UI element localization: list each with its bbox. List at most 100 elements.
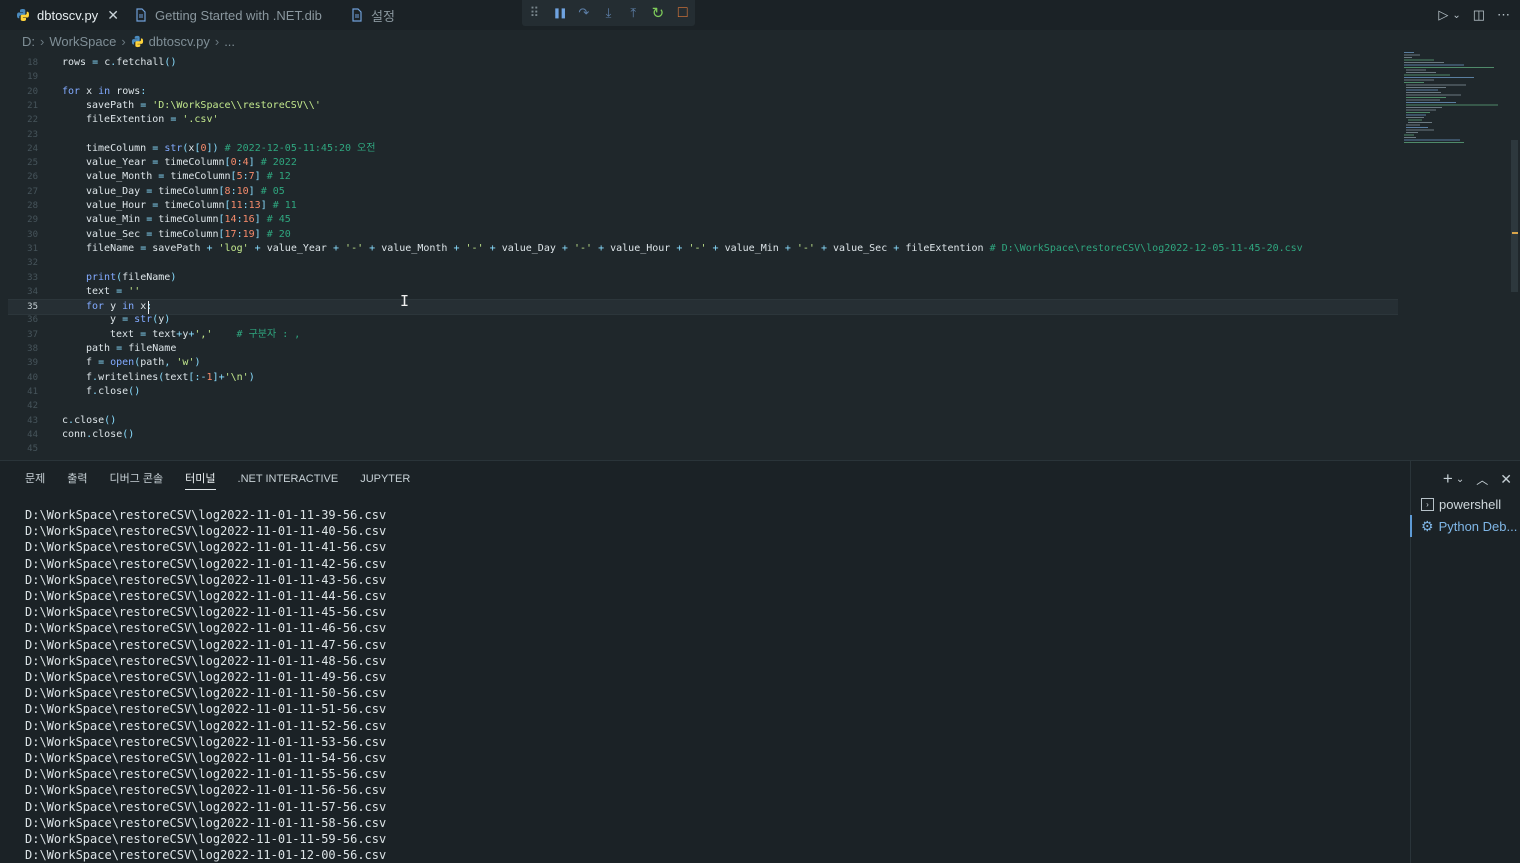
code-line[interactable]: 33 print(fileName) <box>8 271 1398 285</box>
breadcrumb-more[interactable]: ... <box>224 34 235 49</box>
code-line[interactable]: 44 conn.close() <box>8 428 1398 442</box>
tab-dbtoscv[interactable]: dbtoscv.py ✕ <box>16 0 119 30</box>
breadcrumb-drive[interactable]: D: <box>22 34 35 49</box>
code-line[interactable]: 18 rows = c.fetchall() <box>8 56 1398 70</box>
line-number[interactable]: 21 <box>8 99 38 113</box>
line-number[interactable]: 33 <box>8 271 38 285</box>
line-number[interactable]: 18 <box>8 56 38 70</box>
code-line[interactable]: 24 timeColumn = str(x[0]) # 2022-12-05-11… <box>8 142 1398 156</box>
minimap-line <box>1406 94 1461 96</box>
panel-tab[interactable]: 출력 <box>67 471 87 489</box>
line-number[interactable]: 28 <box>8 199 38 213</box>
restart-icon[interactable]: ↻ <box>646 0 671 26</box>
code-line[interactable]: 31 fileName = savePath + 'log' + value_Ye… <box>8 242 1398 256</box>
code-line[interactable]: 26 value_Month = timeColumn[5:7] # 12 <box>8 170 1398 184</box>
chevron-down-icon[interactable]: ⌄ <box>1452 10 1460 21</box>
terminal-line: D:\WorkSpace\restoreCSV\log2022-11-01-11… <box>25 589 387 604</box>
line-number[interactable]: 20 <box>8 85 38 99</box>
terminal-item-python-debug[interactable]: ⚙ Python Deb... <box>1421 518 1517 535</box>
code-line[interactable]: 40 f.writelines(text[:-1]+'\n') <box>8 371 1398 385</box>
code-line[interactable]: 39 f = open(path, 'w') <box>8 356 1398 370</box>
step-over-icon[interactable]: ↷ <box>571 0 596 26</box>
code-line[interactable]: 32 <box>8 256 1398 270</box>
more-actions-icon[interactable]: ⋯ <box>1497 7 1510 23</box>
code-line[interactable]: 27 value_Day = timeColumn[8:10] # 05 <box>8 185 1398 199</box>
tab-settings[interactable]: 설정 <box>350 0 395 30</box>
code-line[interactable]: 45 <box>8 442 1398 456</box>
line-number[interactable]: 23 <box>8 128 38 142</box>
code-line[interactable]: 36 y = str(y) <box>8 313 1398 327</box>
step-into-icon[interactable]: ⤓ <box>596 0 621 26</box>
terminal-line: D:\WorkSpace\restoreCSV\log2022-11-01-12… <box>25 848 387 863</box>
minimap[interactable] <box>1402 50 1512 150</box>
line-number[interactable]: 38 <box>8 342 38 356</box>
code-text: savePath = 'D:\WorkSpace\\restoreCSV\\' <box>86 99 321 111</box>
code-line[interactable]: 21 savePath = 'D:\WorkSpace\\restoreCSV\\… <box>8 99 1398 113</box>
breadcrumb-file[interactable]: dbtoscv.py <box>149 34 210 49</box>
run-icon[interactable]: ▷ <box>1438 7 1448 23</box>
code-comment: # 05 <box>260 185 285 197</box>
line-number[interactable]: 36 <box>8 313 38 327</box>
tab-getting-started[interactable]: Getting Started with .NET.dib <box>134 0 322 30</box>
line-number[interactable]: 34 <box>8 285 38 299</box>
split-editor-icon[interactable]: ◫ <box>1473 7 1485 23</box>
code-line[interactable]: 30 value_Sec = timeColumn[17:19] # 20 <box>8 228 1398 242</box>
panel-tab[interactable]: 문제 <box>25 471 45 489</box>
code-comment: # 구분자 : , <box>236 328 301 340</box>
line-number[interactable]: 43 <box>8 414 38 428</box>
panel-tab[interactable]: 디버그 콘솔 <box>110 471 164 489</box>
line-number[interactable]: 32 <box>8 256 38 270</box>
code-comment: # 2022-12-05-11:45:20 오전 <box>224 142 376 154</box>
line-number[interactable]: 22 <box>8 113 38 127</box>
line-number[interactable]: 29 <box>8 213 38 227</box>
panel-tab[interactable]: 터미널 <box>185 471 216 490</box>
minimap-line <box>1406 92 1441 93</box>
minimap-line <box>1404 59 1434 61</box>
code-line[interactable]: 43 c.close() <box>8 414 1398 428</box>
terminal-line: D:\WorkSpace\restoreCSV\log2022-11-01-11… <box>25 670 387 685</box>
panel-tab[interactable]: .NET INTERACTIVE <box>238 471 339 489</box>
code-line[interactable]: 22 fileExtention = '.csv' <box>8 113 1398 127</box>
minimap-line <box>1408 119 1422 121</box>
line-number[interactable]: 27 <box>8 185 38 199</box>
drag-handle-icon[interactable]: ⠿ <box>522 0 547 26</box>
code-line[interactable]: 29 value_Min = timeColumn[14:16] # 45 <box>8 213 1398 227</box>
line-number[interactable]: 19 <box>8 70 38 84</box>
terminal-line: D:\WorkSpace\restoreCSV\log2022-11-01-11… <box>25 605 387 620</box>
line-number[interactable]: 26 <box>8 170 38 184</box>
panel-tab[interactable]: JUPYTER <box>360 471 410 489</box>
line-number[interactable]: 41 <box>8 385 38 399</box>
line-number[interactable]: 30 <box>8 228 38 242</box>
line-number[interactable]: 24 <box>8 142 38 156</box>
line-number[interactable]: 35 <box>8 300 38 314</box>
code-line[interactable]: 42 <box>8 399 1398 413</box>
line-number[interactable]: 44 <box>8 428 38 442</box>
pause-icon[interactable]: ❚❚ <box>547 0 572 26</box>
line-number[interactable]: 40 <box>8 371 38 385</box>
terminal-output[interactable]: D:\WorkSpace\restoreCSV\log2022-11-01-11… <box>25 507 386 863</box>
line-number[interactable]: 37 <box>8 328 38 342</box>
line-number[interactable]: 42 <box>8 399 38 413</box>
code-line[interactable]: 28 value_Hour = timeColumn[11:13] # 11 <box>8 199 1398 213</box>
line-number[interactable]: 31 <box>8 242 38 256</box>
code-line[interactable]: 38 path = fileName <box>8 342 1398 356</box>
close-icon[interactable]: ✕ <box>107 7 119 24</box>
line-number[interactable]: 45 <box>8 442 38 456</box>
line-number[interactable]: 25 <box>8 156 38 170</box>
code-editor[interactable]: 18 rows = c.fetchall() 19 20 for x in rows: 2… <box>8 54 1518 458</box>
code-line[interactable]: 25 value_Year = timeColumn[0:4] # 2022 <box>8 156 1398 170</box>
breadcrumb-folder[interactable]: WorkSpace <box>49 34 116 49</box>
code-line[interactable]: 19 <box>8 70 1398 84</box>
editor-scrollbar[interactable] <box>1511 140 1518 292</box>
tab-label: dbtoscv.py <box>37 7 99 23</box>
step-out-icon[interactable]: ⤒ <box>621 0 646 26</box>
code-line[interactable]: 34 text = '' <box>8 285 1398 299</box>
code-line[interactable]: 20 for x in rows: <box>8 85 1398 99</box>
code-line[interactable]: 37 text = text+y+',' # 구분자 : , <box>8 328 1398 342</box>
terminal-line: D:\WorkSpace\restoreCSV\log2022-11-01-11… <box>25 815 387 830</box>
terminal-item-powershell[interactable]: › powershell <box>1421 497 1501 512</box>
line-number[interactable]: 39 <box>8 356 38 370</box>
code-line[interactable]: 23 <box>8 128 1398 142</box>
code-line[interactable]: 41 f.close() <box>8 385 1398 399</box>
stop-icon[interactable]: □ <box>670 0 695 26</box>
